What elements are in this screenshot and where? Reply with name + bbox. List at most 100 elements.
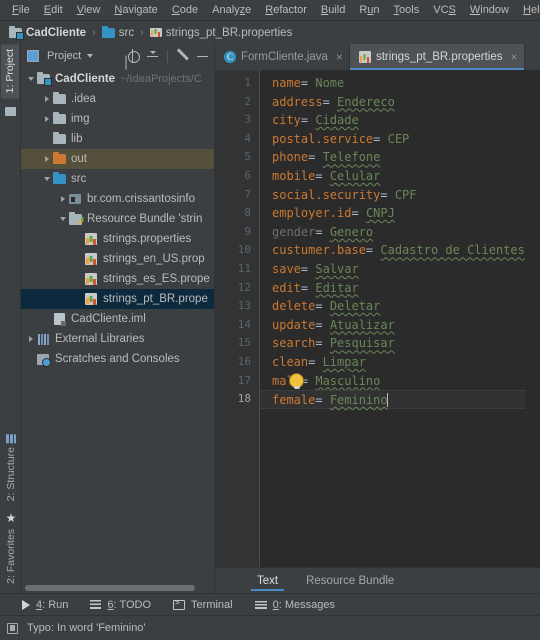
menu-item-window[interactable]: Window — [463, 2, 516, 18]
expand-arrow-icon[interactable] — [25, 77, 36, 81]
rail-button-favorites[interactable]: 2: Favorites ★ — [2, 506, 20, 589]
code-line[interactable]: save= Salvar — [272, 260, 526, 279]
property-key: edit — [272, 280, 301, 295]
tool-window-button-terminal[interactable]: Terminal — [173, 598, 233, 611]
property-key: save — [272, 261, 301, 276]
code-editor[interactable]: 1 2 3 4 5 6 7 8 9 10 11 12 13 14 15 16 17 18 name= Nome ad… — [215, 70, 540, 567]
property-key: postal.service — [272, 131, 374, 146]
settings-gear-icon[interactable] — [175, 49, 190, 64]
code-line[interactable]: male= Masculino — [272, 372, 526, 391]
properties-file-icon — [84, 273, 98, 285]
tree-node-strings-en-us-prop[interactable]: strings_en_US.prop — [21, 249, 214, 269]
breadcrumb-item-2[interactable]: strings_pt_BR.properties — [148, 26, 295, 40]
editor-code-area[interactable]: name= Nome address= Endereco city= Cidade p… — [260, 70, 526, 567]
menu-item-file[interactable]: File — [5, 2, 37, 18]
editor-view-tab-resource-bundle[interactable]: Resource Bundle — [292, 568, 408, 593]
property-value: Endereco — [337, 94, 395, 109]
property-value: Cadastro de Clientes — [380, 243, 525, 258]
code-line[interactable]: edit= Editar — [272, 279, 526, 298]
tool-window-button-label: Terminal — [191, 598, 233, 611]
code-line[interactable]: phone= Telefone — [272, 148, 526, 167]
breadcrumb-item-1[interactable]: src — [100, 25, 136, 40]
tree-node-strings-pt-br-prope[interactable]: strings_pt_BR.prope — [21, 289, 214, 309]
select-opened-file-icon[interactable] — [125, 49, 140, 64]
code-line[interactable]: search= Pesquisar — [272, 334, 526, 353]
tree-node-img[interactable]: img — [21, 109, 214, 129]
tree-node-cadcliente-iml[interactable]: CadCliente.iml — [21, 309, 214, 329]
expand-arrow-icon[interactable] — [57, 196, 68, 202]
code-line[interactable]: mobile= Celular — [272, 167, 526, 186]
collapse-all-icon[interactable] — [145, 49, 160, 64]
tree-node-scratches-and-consoles[interactable]: Scratches and Consoles — [21, 349, 214, 369]
code-line[interactable]: name= Nome — [272, 74, 526, 93]
breadcrumb-separator: › — [92, 26, 96, 39]
menu-item-help[interactable]: Help — [516, 2, 540, 18]
messages-icon — [254, 600, 267, 609]
line-number: 1 — [244, 76, 251, 89]
code-line[interactable]: social.security= CPF — [272, 186, 526, 205]
tool-window-button-0-messages[interactable]: 0: Messages — [254, 599, 335, 611]
menu-item-run[interactable]: Run — [352, 2, 386, 18]
menu-item-analyze[interactable]: Analyze — [205, 2, 258, 18]
close-icon[interactable]: × — [336, 51, 343, 63]
expand-arrow-icon[interactable] — [57, 217, 68, 221]
code-line[interactable]: city= Cidade — [272, 111, 526, 130]
editor-tab-strings-pt-br-properties[interactable]: strings_pt_BR.properties × — [349, 44, 525, 70]
rail-button-project[interactable]: 1: Project — [1, 44, 19, 99]
code-line[interactable]: address= Endereco — [272, 93, 526, 112]
tree-node-cadcliente[interactable]: CadCliente ~/IdeaProjects/C — [21, 69, 214, 89]
expand-arrow-icon[interactable] — [25, 336, 36, 342]
tree-node-external-libraries[interactable]: External Libraries — [21, 329, 214, 349]
tree-node-out[interactable]: out — [21, 149, 214, 169]
tool-window-button-4-run[interactable]: 4: Run — [22, 599, 68, 611]
code-line[interactable]: employer.id= CNPJ — [272, 204, 526, 223]
code-line[interactable]: gender= Genero — [272, 223, 526, 242]
expand-arrow-icon[interactable] — [41, 156, 52, 162]
property-separator: = — [308, 354, 323, 369]
breadcrumb-item-0[interactable]: CadCliente — [7, 25, 88, 40]
editor-tab-formcliente-java[interactable]: C FormCliente.java × — [215, 44, 350, 70]
line-number: 16 — [237, 354, 251, 368]
tree-node-src[interactable]: src — [21, 169, 214, 189]
lightbulb-icon[interactable] — [290, 373, 303, 389]
menu-item-refactor[interactable]: Refactor — [258, 2, 314, 18]
menu-item-edit[interactable]: Edit — [37, 2, 70, 18]
tree-node-strings-es-es-prope[interactable]: strings_es_ES.prope — [21, 269, 214, 289]
project-tree[interactable]: CadCliente ~/IdeaProjects/C .idea img lib out… — [21, 68, 214, 583]
code-line[interactable]: clean= Limpar — [272, 353, 526, 372]
expand-arrow-icon[interactable] — [41, 116, 52, 122]
project-rail-label: 1: Project — [4, 49, 16, 94]
code-line[interactable]: female= Feminino — [260, 390, 526, 409]
editor-vertical-scrollbar[interactable] — [526, 70, 540, 567]
code-line[interactable]: delete= Deletar — [272, 297, 526, 316]
menu-item-build[interactable]: Build — [314, 2, 352, 18]
scrollbar-thumb[interactable] — [25, 585, 195, 591]
expand-arrow-icon[interactable] — [41, 177, 52, 181]
menu-item-code[interactable]: Code — [165, 2, 205, 18]
folder-icon — [52, 132, 66, 144]
menu-item-view[interactable]: View — [70, 2, 108, 18]
editor-view-tab-text[interactable]: Text — [243, 568, 292, 593]
navigation-bar: CadCliente › src › strings_pt_BR.properties — [0, 21, 540, 44]
tool-window-button-6-todo[interactable]: 6: TODO — [90, 599, 151, 611]
editor-gutter[interactable]: 1 2 3 4 5 6 7 8 9 10 11 12 13 14 15 16 17 18 — [215, 70, 260, 567]
java-class-icon: C — [224, 51, 236, 63]
code-line[interactable]: update= Atualizar — [272, 316, 526, 335]
close-icon[interactable]: × — [511, 51, 518, 63]
property-separator: = — [300, 113, 316, 128]
tree-node--idea[interactable]: .idea — [21, 89, 214, 109]
project-horizontal-scrollbar[interactable] — [21, 583, 214, 593]
menu-item-tools[interactable]: Tools — [387, 2, 427, 18]
code-line[interactable]: postal.service= CEP — [272, 130, 526, 149]
tree-node-br-com-crissantosinfo[interactable]: br.com.crissantosinfo — [21, 189, 214, 209]
chevron-down-icon[interactable] — [87, 54, 94, 58]
tree-node-lib[interactable]: lib — [21, 129, 214, 149]
rail-button-structure[interactable]: 2: Structure — [2, 429, 20, 506]
tree-node-strings-properties[interactable]: strings.properties — [21, 229, 214, 249]
tree-node-resource-bundle-strin[interactable]: Resource Bundle 'strin — [21, 209, 214, 229]
expand-arrow-icon[interactable] — [41, 96, 52, 102]
menu-item-vcs[interactable]: VCS — [426, 2, 463, 18]
code-line[interactable]: custumer.base= Cadastro de Clientes — [272, 241, 526, 260]
hide-icon[interactable] — [195, 49, 210, 64]
menu-item-navigate[interactable]: Navigate — [107, 2, 164, 18]
